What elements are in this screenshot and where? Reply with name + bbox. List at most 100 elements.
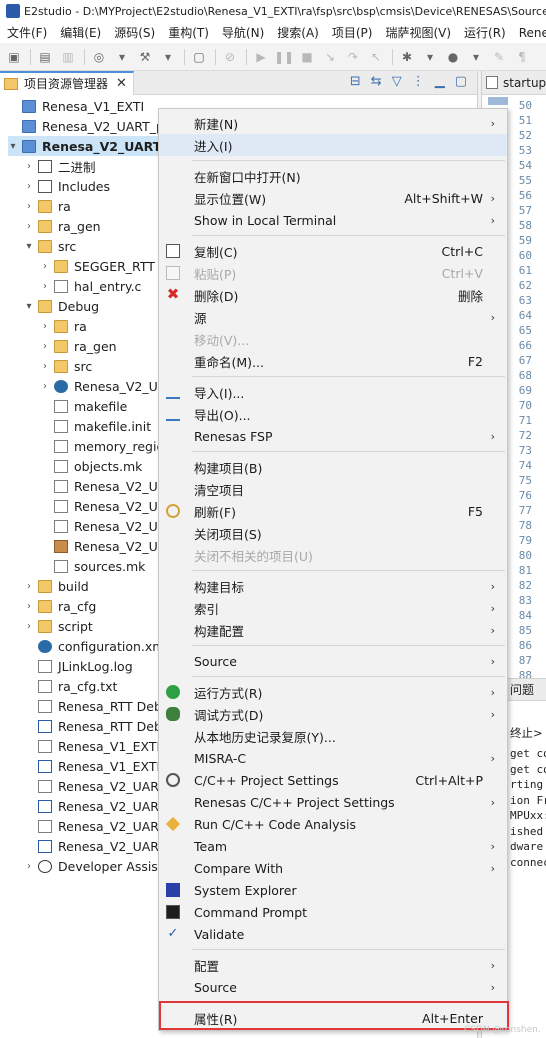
- expand-arrow-icon[interactable]: ▾: [24, 301, 34, 312]
- debug-icon[interactable]: ✱: [399, 49, 415, 65]
- step-over-icon[interactable]: ↷: [345, 49, 361, 65]
- tree-item[interactable]: Renesa_RTT Deb: [24, 716, 162, 736]
- tree-item[interactable]: Renesa_V2_UA: [40, 516, 166, 536]
- tree-item[interactable]: › hal_entry.c: [40, 276, 141, 296]
- resume-icon[interactable]: ▶: [253, 49, 269, 65]
- expand-arrow-icon[interactable]: ▾: [8, 141, 18, 152]
- context-menu-item[interactable]: 从本地历史记录复原(Y)...: [159, 725, 507, 747]
- step-into-icon[interactable]: ↘: [322, 49, 338, 65]
- context-menu-item[interactable]: Team ›: [159, 835, 507, 857]
- expand-arrow-icon[interactable]: ›: [24, 581, 34, 592]
- menu-item[interactable]: 文件(F): [0, 24, 53, 41]
- tree-item[interactable]: › Includes: [24, 176, 110, 196]
- expand-arrow-icon[interactable]: ›: [40, 321, 50, 332]
- tree-item[interactable]: › ra_cfg: [24, 596, 96, 616]
- context-menu-item[interactable]: Source ›: [159, 976, 507, 998]
- view-menu-icon[interactable]: ⋮: [412, 74, 425, 89]
- tree-item[interactable]: › SEGGER_RTT: [40, 256, 155, 276]
- tree-item[interactable]: Renesa_V2_UA: [40, 496, 166, 516]
- tree-item[interactable]: Renesa_V1_EXTI: [8, 96, 144, 116]
- context-menu-item[interactable]: Command Prompt: [159, 901, 507, 923]
- context-menu-item[interactable]: 构建配置 ›: [159, 619, 507, 641]
- context-menu-item[interactable]: Run C/C++ Code Analysis: [159, 813, 507, 835]
- expand-arrow-icon[interactable]: ›: [24, 201, 34, 212]
- context-menu-item[interactable]: 构建目标 ›: [159, 575, 507, 597]
- context-menu-item[interactable]: 复制(C) Ctrl+C: [159, 240, 507, 262]
- context-menu-item[interactable]: Renesas FSP ›: [159, 425, 507, 447]
- context-menu-item[interactable]: C/C++ Project Settings Ctrl+Alt+P: [159, 769, 507, 791]
- close-icon[interactable]: ✕: [116, 76, 127, 91]
- pilcrow-icon[interactable]: ¶: [514, 49, 530, 65]
- menu-item[interactable]: 搜索(A): [270, 24, 325, 41]
- context-menu-item[interactable]: Compare With ›: [159, 857, 507, 879]
- expand-arrow-icon[interactable]: ›: [24, 161, 34, 172]
- menu-item[interactable]: Renes: [512, 26, 546, 40]
- expand-arrow-icon[interactable]: ›: [24, 181, 34, 192]
- expand-arrow-icon[interactable]: ›: [40, 361, 50, 372]
- context-menu-item[interactable]: 构建项目(B): [159, 456, 507, 478]
- menu-item[interactable]: 运行(R): [457, 24, 512, 41]
- build-hammer-icon[interactable]: ⚒: [137, 49, 153, 65]
- globe-icon[interactable]: ◎: [91, 49, 107, 65]
- run-icon[interactable]: ●: [445, 49, 461, 65]
- menu-item[interactable]: 瑞萨视图(V): [378, 24, 457, 41]
- expand-arrow-icon[interactable]: ▾: [24, 241, 34, 252]
- tree-item[interactable]: › ra: [24, 196, 71, 216]
- expand-arrow-icon[interactable]: ›: [40, 381, 50, 392]
- expand-arrow-icon[interactable]: ›: [24, 221, 34, 232]
- tree-item[interactable]: configuration.xm: [24, 636, 164, 656]
- tree-item[interactable]: memory_regic: [40, 436, 163, 456]
- suspend-icon[interactable]: ❚❚: [274, 49, 294, 65]
- tree-item[interactable]: ▾ src: [24, 236, 76, 256]
- menu-item[interactable]: 源码(S): [107, 24, 161, 41]
- step-return-icon[interactable]: ↖: [368, 49, 384, 65]
- tree-item[interactable]: JLinkLog.log: [24, 656, 133, 676]
- tree-item[interactable]: Renesa_V2_UA: [40, 536, 166, 556]
- context-menu-item[interactable]: 配置 ›: [159, 954, 507, 976]
- context-menu-item[interactable]: 导入(I)...: [159, 381, 507, 403]
- tab-startup[interactable]: startup: [482, 71, 546, 95]
- tree-item[interactable]: › build: [24, 576, 89, 596]
- collapse-all-icon[interactable]: ⊟: [350, 74, 361, 89]
- tree-item[interactable]: › Renesa_V2_UA: [40, 376, 166, 396]
- context-menu-item[interactable]: 在新窗口中打开(N): [159, 165, 507, 187]
- tree-item[interactable]: objects.mk: [40, 456, 142, 476]
- context-menu-item[interactable]: ✖ 删除(D) 删除: [159, 284, 507, 306]
- tree-item[interactable]: ▾ Debug: [24, 296, 99, 316]
- context-menu-item[interactable]: 清空项目: [159, 478, 507, 500]
- tree-item[interactable]: › Developer Assist: [24, 856, 163, 876]
- tree-item[interactable]: Renesa_V1_EXTI.: [24, 736, 164, 756]
- tree-item[interactable]: Renesa_V2_UART: [24, 836, 166, 856]
- expand-arrow-icon[interactable]: ›: [40, 261, 50, 272]
- expand-arrow-icon[interactable]: ›: [24, 621, 34, 632]
- menu-item[interactable]: 重构(T): [161, 24, 215, 41]
- context-menu-item[interactable]: 运行方式(R) ›: [159, 681, 507, 703]
- tree-item[interactable]: › script: [24, 616, 93, 636]
- maximize-icon[interactable]: ▢: [455, 74, 467, 89]
- tree-item[interactable]: Renesa_V2_UA: [40, 476, 166, 496]
- new-icon[interactable]: ▣: [6, 49, 22, 65]
- edit-icon[interactable]: ✎: [491, 49, 507, 65]
- context-menu-item[interactable]: 显示位置(W) Alt+Shift+W ›: [159, 187, 507, 209]
- link-editor-icon[interactable]: ⇆: [371, 74, 382, 89]
- expand-arrow-icon[interactable]: ›: [40, 341, 50, 352]
- context-menu-item[interactable]: 新建(N) ›: [159, 112, 507, 134]
- menu-item[interactable]: 项目(P): [325, 24, 379, 41]
- tree-item[interactable]: › src: [40, 356, 92, 376]
- tree-item[interactable]: Renesa_RTT Deb: [24, 696, 162, 716]
- tree-item[interactable]: Renesa_V1_EXTI.: [24, 756, 164, 776]
- context-menu-item[interactable]: 进入(I): [159, 134, 507, 156]
- tab-project-explorer[interactable]: 项目资源管理器 ✕: [0, 71, 134, 95]
- tree-item[interactable]: makefile: [40, 396, 127, 416]
- terminate-icon[interactable]: ■: [299, 49, 315, 65]
- skip-icon[interactable]: ⊘: [222, 49, 238, 65]
- filter-icon[interactable]: ▽: [392, 74, 402, 89]
- dropdown-icon[interactable]: ▾: [160, 49, 176, 65]
- context-menu-item[interactable]: ✓ Validate: [159, 923, 507, 945]
- tree-item[interactable]: makefile.init: [40, 416, 151, 436]
- context-menu-item[interactable]: System Explorer: [159, 879, 507, 901]
- tree-item[interactable]: Renesa_V2_UART: [24, 816, 166, 836]
- tree-item[interactable]: Renesa_V2_UART: [24, 776, 166, 796]
- context-menu-item[interactable]: 索引 ›: [159, 597, 507, 619]
- context-menu-item[interactable]: 导出(O)...: [159, 403, 507, 425]
